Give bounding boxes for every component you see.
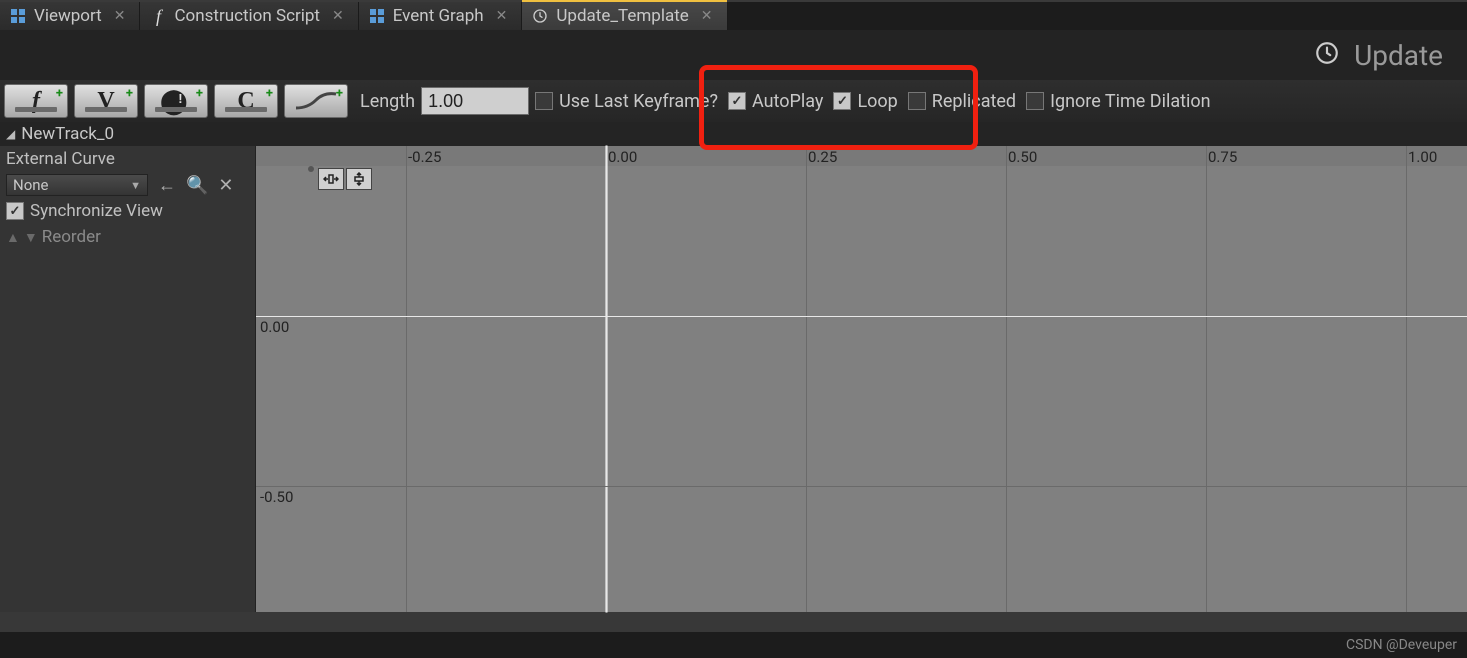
- close-icon[interactable]: ✕: [114, 8, 126, 24]
- spacer: [0, 612, 1467, 632]
- close-icon[interactable]: ✕: [701, 8, 713, 24]
- tabs-bar: Viewport ✕ f Construction Script ✕ Event…: [0, 0, 1467, 30]
- loop-label: Loop: [857, 91, 897, 112]
- x-tick: 0.00: [608, 148, 637, 166]
- add-event-track-button[interactable]: ⬤!+: [144, 84, 208, 118]
- x-tick: 0.75: [1208, 148, 1237, 166]
- synchronize-view-label: Synchronize View: [30, 201, 163, 221]
- dropdown-value: None: [13, 176, 49, 194]
- loop-checkbox[interactable]: [833, 92, 851, 110]
- add-float-track-button[interactable]: f+: [4, 84, 68, 118]
- replicated-label: Replicated: [932, 91, 1016, 112]
- track-header[interactable]: ◢ NewTrack_0: [0, 122, 1467, 146]
- tab-construction-script[interactable]: f Construction Script ✕: [140, 2, 358, 30]
- timeline-toolbar: f+ V+ ⬤!+ C+ + Length Use Last Keyframe?…: [0, 80, 1467, 122]
- track-sidebar: External Curve None ▼ ← 🔍 ✕ Synchronize …: [0, 146, 256, 612]
- tab-label: Construction Script: [174, 6, 320, 26]
- tab-label: Update_Template: [556, 6, 688, 26]
- ignore-time-dilation-checkbox[interactable]: [1026, 92, 1044, 110]
- use-last-keyframe-label: Use Last Keyframe?: [559, 91, 718, 112]
- y-tick: 0.00: [260, 318, 289, 336]
- length-input[interactable]: [421, 87, 529, 115]
- page-title: Update: [1354, 39, 1443, 72]
- add-vector-track-button[interactable]: V+: [74, 84, 138, 118]
- grid-icon: [10, 8, 26, 24]
- fit-vertical-button[interactable]: [346, 168, 372, 190]
- autoplay-checkbox[interactable]: [728, 92, 746, 110]
- add-curve-track-button[interactable]: +: [284, 84, 348, 118]
- clock-icon: [532, 8, 548, 24]
- track-name: NewTrack_0: [21, 124, 114, 144]
- back-icon[interactable]: ←: [158, 175, 176, 196]
- curve-canvas[interactable]: -0.25 0.00 0.25 0.50 0.75 1.00 0.00 -0.5…: [256, 146, 1467, 612]
- replicated-checkbox[interactable]: [908, 92, 926, 110]
- x-tick: 0.50: [1008, 148, 1037, 166]
- search-icon[interactable]: 🔍: [186, 175, 208, 196]
- y-tick: -0.50: [260, 488, 293, 506]
- add-color-track-button[interactable]: C+: [214, 84, 278, 118]
- function-icon: f: [150, 8, 166, 24]
- page-header: Update: [0, 30, 1467, 80]
- ignore-time-dilation-label: Ignore Time Dilation: [1050, 91, 1211, 112]
- length-label: Length: [360, 91, 415, 112]
- footer: CSDN @Deveuper: [0, 632, 1467, 658]
- synchronize-view-checkbox[interactable]: [6, 202, 24, 220]
- x-tick: 0.25: [808, 148, 837, 166]
- reorder-label: Reorder: [42, 227, 101, 247]
- tab-viewport[interactable]: Viewport ✕: [0, 2, 140, 30]
- keyframe-dot[interactable]: [308, 166, 314, 172]
- clock-icon: [1314, 40, 1340, 71]
- collapse-icon[interactable]: ◢: [6, 127, 15, 141]
- fit-horizontal-button[interactable]: [318, 168, 344, 190]
- tab-event-graph[interactable]: Event Graph ✕: [359, 2, 523, 30]
- reorder-up-icon[interactable]: ▲: [6, 229, 20, 246]
- use-last-keyframe-checkbox[interactable]: [535, 92, 553, 110]
- tab-update-template[interactable]: Update_Template ✕: [522, 2, 727, 30]
- x-tick: -0.25: [408, 148, 441, 166]
- clear-icon[interactable]: ✕: [218, 175, 233, 196]
- external-curve-dropdown[interactable]: None ▼: [6, 174, 148, 196]
- autoplay-label: AutoPlay: [752, 91, 823, 112]
- x-tick: 1.00: [1408, 148, 1437, 166]
- external-curve-label: External Curve: [6, 149, 115, 169]
- watermark: CSDN @Deveuper: [1346, 637, 1457, 653]
- reorder-down-icon[interactable]: ▼: [24, 229, 38, 246]
- grid-icon: [369, 8, 385, 24]
- curve-editor-main: External Curve None ▼ ← 🔍 ✕ Synchronize …: [0, 146, 1467, 612]
- chevron-down-icon: ▼: [130, 179, 141, 192]
- tab-label: Viewport: [34, 6, 102, 26]
- close-icon[interactable]: ✕: [332, 8, 344, 24]
- tab-label: Event Graph: [393, 6, 484, 26]
- close-icon[interactable]: ✕: [496, 8, 508, 24]
